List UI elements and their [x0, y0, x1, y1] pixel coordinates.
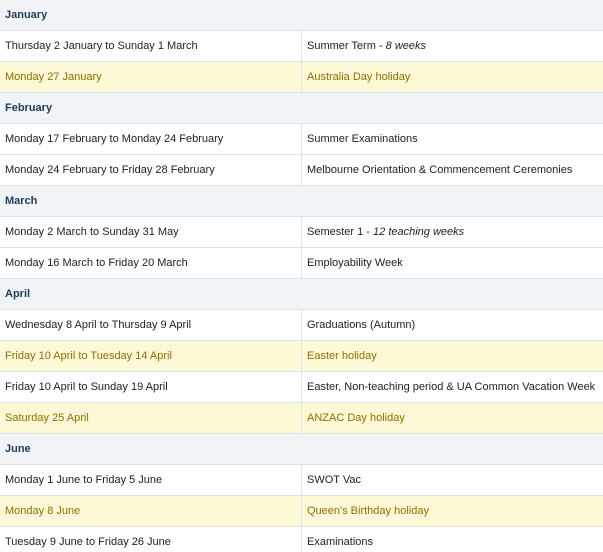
event-label: Summer Term - [307, 40, 386, 52]
event-label: Graduations (Autumn) [307, 319, 416, 331]
event-cell: Easter, Non-teaching period & UA Common … [301, 371, 603, 403]
academic-calendar-table: January Thursday 2 January to Sunday 1 Ma… [0, 0, 603, 552]
event-label: ANZAC Day holiday [307, 412, 405, 424]
event-cell: Semester 1 - 12 teaching weeks [301, 216, 603, 248]
date-range-cell: Monday 1 June to Friday 5 June [0, 464, 302, 496]
event-label: Easter holiday [307, 350, 377, 362]
event-cell: Summer Examinations [301, 123, 603, 155]
date-range-cell: Monday 2 March to Sunday 31 May [0, 216, 302, 248]
holiday-row: Friday 10 April to Tuesday 14 April Easte… [0, 340, 603, 372]
month-header-row: March [0, 185, 603, 217]
event-cell: Examinations [301, 526, 603, 552]
date-range-cell: Monday 27 January [0, 61, 302, 93]
month-header-row: January [0, 0, 603, 31]
event-cell: Summer Term - 8 weeks [301, 30, 603, 62]
event-cell: SWOT Vac [301, 464, 603, 496]
holiday-row: Monday 27 January Australia Day holiday [0, 61, 603, 93]
date-range-cell: Monday 8 June [0, 495, 302, 527]
month-header: March [0, 185, 603, 217]
event-cell: Melbourne Orientation & Commencement Cer… [301, 154, 603, 186]
event-label: Easter, Non-teaching period & UA Common … [307, 381, 596, 393]
date-range-cell: Saturday 25 April [0, 402, 302, 434]
date-range-cell: Monday 24 February to Friday 28 February [0, 154, 302, 186]
month-header-row: April [0, 278, 603, 310]
date-range-cell: Friday 10 April to Sunday 19 April [0, 371, 302, 403]
month-header: June [0, 433, 603, 465]
date-range-cell: Tuesday 9 June to Friday 26 June [0, 526, 302, 552]
event-row: Friday 10 April to Sunday 19 April Easter… [0, 371, 603, 403]
month-header-row: February [0, 92, 603, 124]
event-row: Monday 16 March to Friday 20 March Employ… [0, 247, 603, 279]
holiday-row: Saturday 25 April ANZAC Day holiday [0, 402, 603, 434]
event-note: 12 teaching weeks [373, 226, 465, 238]
event-row: Tuesday 9 June to Friday 26 June Examinat… [0, 526, 603, 552]
month-header: February [0, 92, 603, 124]
event-label: Melbourne Orientation & Commencement Cer… [307, 164, 573, 176]
event-cell: Easter holiday [301, 340, 603, 372]
event-note: 8 weeks [385, 40, 426, 52]
event-cell: ANZAC Day holiday [301, 402, 603, 434]
date-range-cell: Monday 16 March to Friday 20 March [0, 247, 302, 279]
event-row: Monday 17 February to Monday 24 February… [0, 123, 603, 155]
event-cell: Employability Week [301, 247, 603, 279]
date-range-cell: Monday 17 February to Monday 24 February [0, 123, 302, 155]
date-range-cell: Wednesday 8 April to Thursday 9 April [0, 309, 302, 341]
month-header-row: June [0, 433, 603, 465]
event-label: Queen's Birthday holiday [307, 505, 429, 517]
event-row: Thursday 2 January to Sunday 1 March Summ… [0, 30, 603, 62]
holiday-row: Monday 8 June Queen's Birthday holiday [0, 495, 603, 527]
event-row: Wednesday 8 April to Thursday 9 April Gra… [0, 309, 603, 341]
event-cell: Graduations (Autumn) [301, 309, 603, 341]
event-label: Examinations [307, 536, 374, 548]
event-label: SWOT Vac [307, 474, 361, 486]
event-row: Monday 1 June to Friday 5 June SWOT Vac [0, 464, 603, 496]
event-row: Monday 2 March to Sunday 31 May Semester … [0, 216, 603, 248]
event-label: Employability Week [307, 257, 403, 269]
event-cell: Queen's Birthday holiday [301, 495, 603, 527]
event-row: Monday 24 February to Friday 28 February… [0, 154, 603, 186]
month-header: April [0, 278, 603, 310]
event-label: Semester 1 - [307, 226, 374, 238]
month-header: January [0, 0, 603, 31]
calendar-body: January Thursday 2 January to Sunday 1 Ma… [0, 0, 603, 552]
event-cell: Australia Day holiday [301, 61, 603, 93]
event-label: Summer Examinations [307, 133, 418, 145]
event-label: Australia Day holiday [307, 71, 411, 83]
date-range-cell: Thursday 2 January to Sunday 1 March [0, 30, 302, 62]
date-range-cell: Friday 10 April to Tuesday 14 April [0, 340, 302, 372]
